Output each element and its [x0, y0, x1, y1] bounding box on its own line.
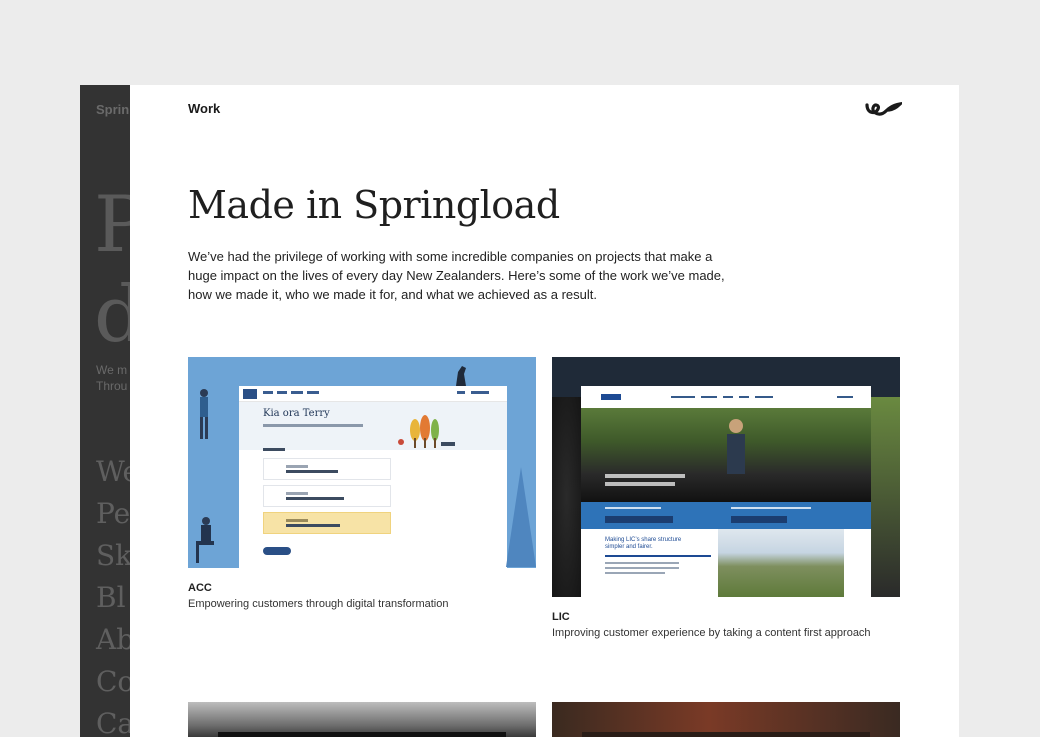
pasture-photo [718, 529, 844, 597]
work-panel: Work Made in Springload We’ve had the pr… [130, 85, 959, 737]
claim-item[interactable] [263, 485, 391, 507]
section-label: Work [188, 101, 221, 116]
project-card-acc[interactable]: Kia ora Terry ACC Empowering customers t… [188, 357, 536, 610]
project-name[interactable]: ACC [188, 582, 536, 594]
project-card[interactable] [552, 702, 900, 737]
tree-illustration-icon [506, 467, 536, 567]
farmer-illustration-icon [727, 419, 745, 474]
claim-item[interactable] [263, 512, 391, 534]
project-description: Improving customer experience by taking … [552, 627, 871, 639]
mockup-hero: Kia ora Terry [239, 402, 507, 450]
project-thumbnail[interactable]: Making LIC’s share structure simpler and… [552, 357, 900, 597]
page-intro: We’ve had the privilege of working with … [188, 249, 725, 302]
mockup-headline: Making LIC’s share structure simpler and… [605, 537, 682, 550]
project-thumbnail[interactable] [188, 702, 536, 737]
springload-logo-icon[interactable] [864, 99, 902, 119]
trees-illustration-icon [398, 415, 455, 448]
acc-site-mockup: Kia ora Terry [239, 386, 507, 568]
background-brand: Sprin [96, 102, 130, 117]
dog-illustration-icon [456, 366, 466, 386]
mockup-button [263, 547, 291, 555]
cows-photo [581, 408, 871, 502]
page-title: Made in Springload [188, 183, 560, 227]
project-card[interactable] [188, 702, 536, 737]
project-name[interactable]: LIC [552, 611, 900, 623]
seated-person-illustration-icon [196, 517, 214, 563]
mockup-nav [581, 386, 871, 408]
person-illustration-icon [200, 389, 208, 439]
claim-item[interactable] [263, 458, 391, 480]
mockup-greeting: Kia ora Terry [263, 408, 330, 419]
mockup-banner [581, 502, 871, 529]
project-thumbnail[interactable] [552, 702, 900, 737]
lic-site-mockup: Making LIC’s share structure simpler and… [581, 386, 871, 597]
project-description: Empowering customers through digital tra… [188, 598, 449, 610]
mockup-nav [239, 386, 507, 402]
mockup-lower: Making LIC’s share structure simpler and… [581, 529, 871, 597]
project-thumbnail[interactable]: Kia ora Terry [188, 357, 536, 568]
project-card-lic[interactable]: Making LIC’s share structure simpler and… [552, 357, 900, 639]
